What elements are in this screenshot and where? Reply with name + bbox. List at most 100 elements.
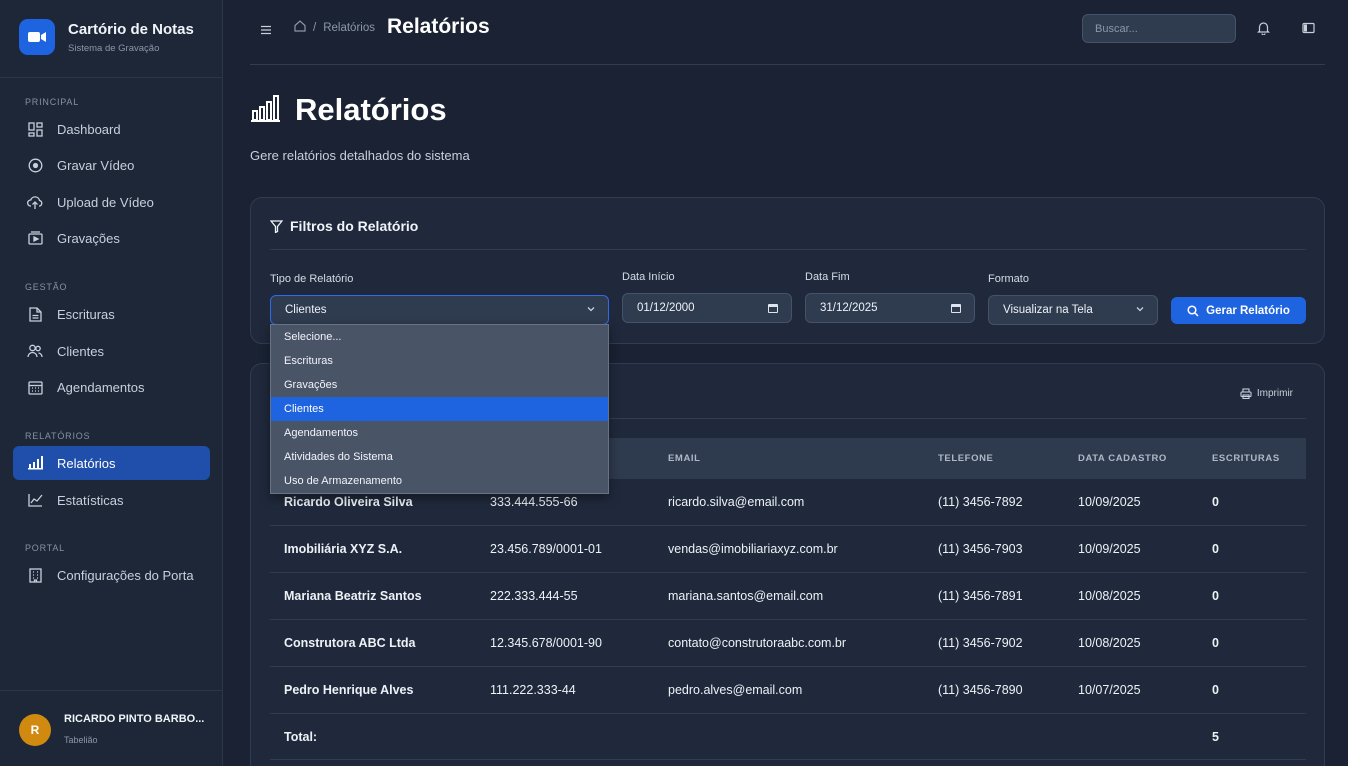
client-phone: (11) 3456-7891: [938, 589, 1023, 603]
table-row[interactable]: Mariana Beatriz Santos 222.333.444-55 ma…: [270, 573, 1306, 620]
divider: [270, 249, 1306, 250]
client-deeds: 0: [1212, 683, 1219, 697]
sidebar: Cartório de Notas Sistema de Gravação PR…: [0, 0, 223, 766]
sidebar-item-label: Clientes: [57, 343, 104, 359]
calendar-icon[interactable]: [767, 302, 779, 314]
client-phone: (11) 3456-7902: [938, 636, 1023, 650]
avatar: R: [19, 714, 51, 746]
table-row[interactable]: Imobiliária XYZ S.A. 23.456.789/0001-01 …: [270, 526, 1306, 573]
sidebar-item-label: Upload de Vídeo: [57, 194, 154, 210]
format-select[interactable]: Visualizar na Tela: [988, 295, 1158, 325]
brand-subtitle: Sistema de Gravação: [68, 42, 160, 54]
dropdown-option[interactable]: Agendamentos: [271, 421, 608, 445]
calendar-icon[interactable]: [950, 302, 962, 314]
client-document: 12.345.678/0001-90: [490, 636, 602, 650]
users-icon: [27, 343, 43, 359]
user-name: RICARDO PINTO BARBO...: [64, 713, 205, 725]
calendar-icon: [27, 379, 43, 395]
client-document: 111.222.333-44: [490, 683, 576, 697]
sidebar-item-label: Agendamentos: [57, 379, 145, 395]
sidebar-item-agendamentos[interactable]: Agendamentos: [13, 370, 210, 404]
page-header-title: Relatórios: [387, 15, 490, 38]
sidebar-item-escrituras[interactable]: Escrituras: [13, 297, 210, 331]
client-date: 10/08/2025: [1078, 636, 1141, 650]
bell-icon[interactable]: [1257, 21, 1270, 40]
chevron-down-icon: [586, 304, 596, 314]
column-header: ESCRITURAS: [1212, 453, 1280, 464]
sidebar-item-clientes[interactable]: Clientes: [13, 334, 210, 368]
filters-title: Filtros do Relatório: [270, 218, 418, 234]
client-email: vendas@imobiliariaxyz.com.br: [668, 542, 838, 556]
panel-toggle-icon[interactable]: [1302, 21, 1315, 39]
sidebar-item-label: Relatórios: [57, 455, 116, 471]
sidebar-item-label: Dashboard: [57, 121, 121, 137]
end-date-input[interactable]: 31/12/2025: [805, 293, 975, 323]
document-icon: [27, 306, 43, 322]
search-input[interactable]: [1082, 14, 1236, 43]
video-list-icon: [27, 230, 43, 246]
client-deeds: 0: [1212, 495, 1219, 509]
sidebar-item-label: Gravações: [57, 230, 120, 246]
menu-icon[interactable]: [260, 22, 272, 40]
sidebar-item-configuracoes-portal[interactable]: Configurações do Porta: [13, 558, 210, 592]
client-date: 10/08/2025: [1078, 589, 1141, 603]
section-label-portal: PORTAL: [25, 543, 65, 553]
client-date: 10/09/2025: [1078, 495, 1141, 509]
printer-icon: [1240, 388, 1252, 399]
topbar: / Relatórios Relatórios: [250, 0, 1325, 65]
bar-chart-icon: [250, 94, 281, 127]
report-type-select[interactable]: Clientes: [270, 295, 609, 325]
home-icon[interactable]: [294, 20, 306, 35]
client-name: Mariana Beatriz Santos: [284, 589, 422, 603]
client-deeds: 0: [1212, 636, 1219, 650]
user-role: Tabelião: [64, 735, 98, 745]
format-label: Formato: [988, 273, 1029, 285]
user-profile[interactable]: R RICARDO PINTO BARBO... Tabelião: [0, 690, 223, 766]
end-date-label: Data Fim: [805, 271, 850, 283]
dropdown-option[interactable]: Escrituras: [271, 349, 608, 373]
client-phone: (11) 3456-7890: [938, 683, 1023, 697]
table-row[interactable]: Construtora ABC Ltda 12.345.678/0001-90 …: [270, 620, 1306, 667]
client-name: Ricardo Oliveira Silva: [284, 495, 413, 509]
sidebar-item-gravacoes[interactable]: Gravações: [13, 221, 210, 255]
sidebar-item-gravar-video[interactable]: Gravar Vídeo: [13, 148, 210, 182]
start-date-input[interactable]: 01/12/2000: [622, 293, 792, 323]
section-label-relatorios: RELATÓRIOS: [25, 431, 91, 441]
client-phone: (11) 3456-7903: [938, 542, 1023, 556]
client-email: pedro.alves@email.com: [668, 683, 803, 697]
table-row[interactable]: Pedro Henrique Alves 111.222.333-44 pedr…: [270, 667, 1306, 714]
sidebar-item-upload-video[interactable]: Upload de Vídeo: [13, 185, 210, 219]
client-document: 333.444.555-66: [490, 495, 578, 509]
cloud-upload-icon: [27, 194, 43, 210]
sidebar-item-label: Configurações do Porta: [57, 567, 194, 583]
client-name: Pedro Henrique Alves: [284, 683, 414, 697]
page-title: Relatórios: [295, 92, 447, 127]
column-header: DATA CADASTRO: [1078, 453, 1167, 464]
filter-icon: [270, 219, 283, 233]
section-label-principal: PRINCIPAL: [25, 97, 80, 107]
dropdown-option[interactable]: Gravações: [271, 373, 608, 397]
sidebar-item-label: Estatísticas: [57, 492, 124, 508]
chevron-down-icon: [1135, 304, 1145, 314]
print-button[interactable]: Imprimir: [1240, 388, 1293, 399]
generate-report-button[interactable]: Gerar Relatório: [1171, 297, 1306, 324]
sidebar-item-label: Gravar Vídeo: [57, 157, 135, 173]
building-icon: [27, 567, 43, 583]
dropdown-option[interactable]: Selecione...: [271, 325, 608, 349]
total-label: Total:: [284, 730, 318, 744]
dropdown-option[interactable]: Uso de Armazenamento: [271, 469, 608, 493]
breadcrumb: / Relatórios: [294, 20, 375, 35]
line-chart-icon: [27, 492, 43, 508]
sidebar-item-dashboard[interactable]: Dashboard: [13, 112, 210, 146]
client-name: Construtora ABC Ltda: [284, 636, 416, 650]
client-email: ricardo.silva@email.com: [668, 495, 805, 509]
breadcrumb-current[interactable]: Relatórios: [323, 22, 375, 34]
brand[interactable]: Cartório de Notas Sistema de Gravação: [19, 19, 194, 55]
client-name: Imobiliária XYZ S.A.: [284, 542, 403, 556]
client-document: 222.333.444-55: [490, 589, 578, 603]
sidebar-item-estatisticas[interactable]: Estatísticas: [13, 483, 210, 517]
sidebar-item-relatorios[interactable]: Relatórios: [13, 446, 210, 480]
dropdown-option-selected[interactable]: Clientes: [271, 397, 608, 421]
dropdown-option[interactable]: Atividades do Sistema: [271, 445, 608, 469]
client-deeds: 0: [1212, 589, 1219, 603]
